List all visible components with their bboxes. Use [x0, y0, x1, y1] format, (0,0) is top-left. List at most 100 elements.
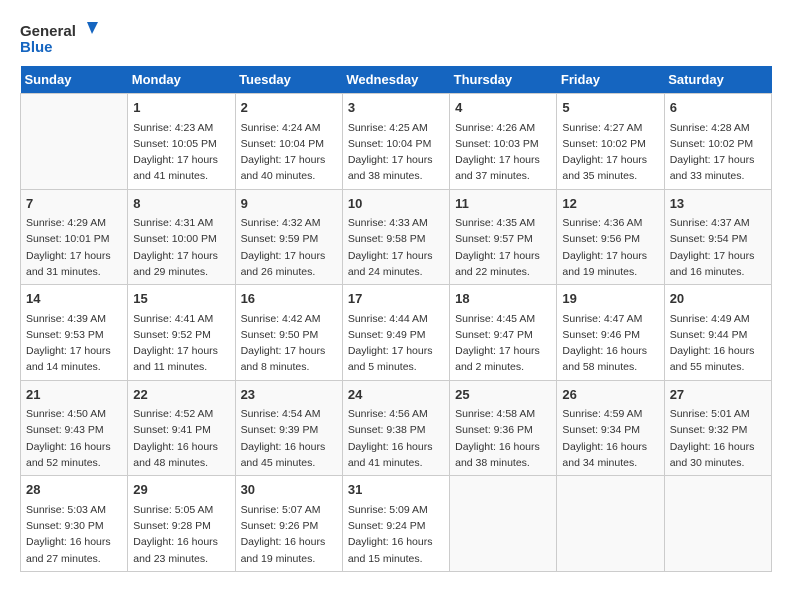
- calendar-cell: [450, 476, 557, 572]
- calendar-header: SundayMondayTuesdayWednesdayThursdayFrid…: [21, 66, 772, 94]
- day-number: 18: [455, 289, 551, 309]
- week-row-3: 14Sunrise: 4:39 AMSunset: 9:53 PMDayligh…: [21, 285, 772, 381]
- day-number: 17: [348, 289, 444, 309]
- calendar-cell: 18Sunrise: 4:45 AMSunset: 9:47 PMDayligh…: [450, 285, 557, 381]
- day-info: Sunrise: 4:42 AMSunset: 9:50 PMDaylight:…: [241, 311, 337, 376]
- day-info: Sunrise: 5:01 AMSunset: 9:32 PMDaylight:…: [670, 406, 766, 471]
- header-day-tuesday: Tuesday: [235, 66, 342, 94]
- calendar-cell: 25Sunrise: 4:58 AMSunset: 9:36 PMDayligh…: [450, 380, 557, 476]
- header-row: SundayMondayTuesdayWednesdayThursdayFrid…: [21, 66, 772, 94]
- calendar-cell: 17Sunrise: 4:44 AMSunset: 9:49 PMDayligh…: [342, 285, 449, 381]
- day-info: Sunrise: 4:45 AMSunset: 9:47 PMDaylight:…: [455, 311, 551, 376]
- day-number: 29: [133, 480, 229, 500]
- day-info: Sunrise: 4:47 AMSunset: 9:46 PMDaylight:…: [562, 311, 658, 376]
- calendar-cell: 10Sunrise: 4:33 AMSunset: 9:58 PMDayligh…: [342, 189, 449, 285]
- day-number: 28: [26, 480, 122, 500]
- logo-svg: GeneralBlue: [20, 20, 100, 56]
- calendar-cell: 3Sunrise: 4:25 AMSunset: 10:04 PMDayligh…: [342, 94, 449, 190]
- calendar-cell: 4Sunrise: 4:26 AMSunset: 10:03 PMDayligh…: [450, 94, 557, 190]
- calendar-cell: [557, 476, 664, 572]
- day-info: Sunrise: 4:33 AMSunset: 9:58 PMDaylight:…: [348, 215, 444, 280]
- day-info: Sunrise: 4:50 AMSunset: 9:43 PMDaylight:…: [26, 406, 122, 471]
- day-info: Sunrise: 4:29 AMSunset: 10:01 PMDaylight…: [26, 215, 122, 280]
- calendar-cell: 19Sunrise: 4:47 AMSunset: 9:46 PMDayligh…: [557, 285, 664, 381]
- day-number: 4: [455, 98, 551, 118]
- calendar-cell: 28Sunrise: 5:03 AMSunset: 9:30 PMDayligh…: [21, 476, 128, 572]
- day-info: Sunrise: 4:36 AMSunset: 9:56 PMDaylight:…: [562, 215, 658, 280]
- calendar-cell: 24Sunrise: 4:56 AMSunset: 9:38 PMDayligh…: [342, 380, 449, 476]
- day-number: 8: [133, 194, 229, 214]
- day-info: Sunrise: 4:27 AMSunset: 10:02 PMDaylight…: [562, 120, 658, 185]
- day-number: 7: [26, 194, 122, 214]
- svg-text:General: General: [20, 23, 76, 40]
- calendar-cell: 21Sunrise: 4:50 AMSunset: 9:43 PMDayligh…: [21, 380, 128, 476]
- calendar-cell: 22Sunrise: 4:52 AMSunset: 9:41 PMDayligh…: [128, 380, 235, 476]
- calendar-cell: 16Sunrise: 4:42 AMSunset: 9:50 PMDayligh…: [235, 285, 342, 381]
- day-info: Sunrise: 5:07 AMSunset: 9:26 PMDaylight:…: [241, 502, 337, 567]
- calendar-body: 1Sunrise: 4:23 AMSunset: 10:05 PMDayligh…: [21, 94, 772, 572]
- calendar-cell: 8Sunrise: 4:31 AMSunset: 10:00 PMDayligh…: [128, 189, 235, 285]
- header-day-monday: Monday: [128, 66, 235, 94]
- calendar-cell: 2Sunrise: 4:24 AMSunset: 10:04 PMDayligh…: [235, 94, 342, 190]
- calendar-cell: 14Sunrise: 4:39 AMSunset: 9:53 PMDayligh…: [21, 285, 128, 381]
- header-day-thursday: Thursday: [450, 66, 557, 94]
- day-info: Sunrise: 4:26 AMSunset: 10:03 PMDaylight…: [455, 120, 551, 185]
- day-info: Sunrise: 4:49 AMSunset: 9:44 PMDaylight:…: [670, 311, 766, 376]
- day-info: Sunrise: 4:37 AMSunset: 9:54 PMDaylight:…: [670, 215, 766, 280]
- day-info: Sunrise: 4:58 AMSunset: 9:36 PMDaylight:…: [455, 406, 551, 471]
- day-info: Sunrise: 4:52 AMSunset: 9:41 PMDaylight:…: [133, 406, 229, 471]
- day-number: 3: [348, 98, 444, 118]
- day-number: 22: [133, 385, 229, 405]
- day-info: Sunrise: 4:31 AMSunset: 10:00 PMDaylight…: [133, 215, 229, 280]
- calendar-table: SundayMondayTuesdayWednesdayThursdayFrid…: [20, 66, 772, 572]
- day-info: Sunrise: 5:09 AMSunset: 9:24 PMDaylight:…: [348, 502, 444, 567]
- day-number: 26: [562, 385, 658, 405]
- calendar-cell: 12Sunrise: 4:36 AMSunset: 9:56 PMDayligh…: [557, 189, 664, 285]
- header-day-sunday: Sunday: [21, 66, 128, 94]
- day-info: Sunrise: 4:56 AMSunset: 9:38 PMDaylight:…: [348, 406, 444, 471]
- calendar-cell: 11Sunrise: 4:35 AMSunset: 9:57 PMDayligh…: [450, 189, 557, 285]
- day-info: Sunrise: 4:59 AMSunset: 9:34 PMDaylight:…: [562, 406, 658, 471]
- day-number: 15: [133, 289, 229, 309]
- day-number: 30: [241, 480, 337, 500]
- day-info: Sunrise: 4:35 AMSunset: 9:57 PMDaylight:…: [455, 215, 551, 280]
- week-row-4: 21Sunrise: 4:50 AMSunset: 9:43 PMDayligh…: [21, 380, 772, 476]
- day-info: Sunrise: 4:39 AMSunset: 9:53 PMDaylight:…: [26, 311, 122, 376]
- calendar-cell: 23Sunrise: 4:54 AMSunset: 9:39 PMDayligh…: [235, 380, 342, 476]
- day-number: 2: [241, 98, 337, 118]
- day-info: Sunrise: 4:23 AMSunset: 10:05 PMDaylight…: [133, 120, 229, 185]
- day-number: 1: [133, 98, 229, 118]
- calendar-cell: 20Sunrise: 4:49 AMSunset: 9:44 PMDayligh…: [664, 285, 771, 381]
- calendar-cell: 31Sunrise: 5:09 AMSunset: 9:24 PMDayligh…: [342, 476, 449, 572]
- day-number: 9: [241, 194, 337, 214]
- day-number: 14: [26, 289, 122, 309]
- calendar-cell: 1Sunrise: 4:23 AMSunset: 10:05 PMDayligh…: [128, 94, 235, 190]
- header-day-friday: Friday: [557, 66, 664, 94]
- day-number: 10: [348, 194, 444, 214]
- day-number: 11: [455, 194, 551, 214]
- logo: GeneralBlue: [20, 20, 100, 56]
- day-number: 31: [348, 480, 444, 500]
- calendar-cell: 6Sunrise: 4:28 AMSunset: 10:02 PMDayligh…: [664, 94, 771, 190]
- week-row-2: 7Sunrise: 4:29 AMSunset: 10:01 PMDayligh…: [21, 189, 772, 285]
- calendar-cell: [664, 476, 771, 572]
- day-number: 24: [348, 385, 444, 405]
- day-info: Sunrise: 4:41 AMSunset: 9:52 PMDaylight:…: [133, 311, 229, 376]
- calendar-cell: 29Sunrise: 5:05 AMSunset: 9:28 PMDayligh…: [128, 476, 235, 572]
- calendar-cell: 15Sunrise: 4:41 AMSunset: 9:52 PMDayligh…: [128, 285, 235, 381]
- day-number: 20: [670, 289, 766, 309]
- day-info: Sunrise: 5:03 AMSunset: 9:30 PMDaylight:…: [26, 502, 122, 567]
- calendar-cell: 5Sunrise: 4:27 AMSunset: 10:02 PMDayligh…: [557, 94, 664, 190]
- day-info: Sunrise: 4:54 AMSunset: 9:39 PMDaylight:…: [241, 406, 337, 471]
- day-info: Sunrise: 4:24 AMSunset: 10:04 PMDaylight…: [241, 120, 337, 185]
- day-info: Sunrise: 5:05 AMSunset: 9:28 PMDaylight:…: [133, 502, 229, 567]
- day-info: Sunrise: 4:44 AMSunset: 9:49 PMDaylight:…: [348, 311, 444, 376]
- svg-text:Blue: Blue: [20, 39, 53, 56]
- calendar-cell: 26Sunrise: 4:59 AMSunset: 9:34 PMDayligh…: [557, 380, 664, 476]
- week-row-5: 28Sunrise: 5:03 AMSunset: 9:30 PMDayligh…: [21, 476, 772, 572]
- week-row-1: 1Sunrise: 4:23 AMSunset: 10:05 PMDayligh…: [21, 94, 772, 190]
- day-number: 25: [455, 385, 551, 405]
- day-number: 16: [241, 289, 337, 309]
- calendar-cell: 7Sunrise: 4:29 AMSunset: 10:01 PMDayligh…: [21, 189, 128, 285]
- day-number: 6: [670, 98, 766, 118]
